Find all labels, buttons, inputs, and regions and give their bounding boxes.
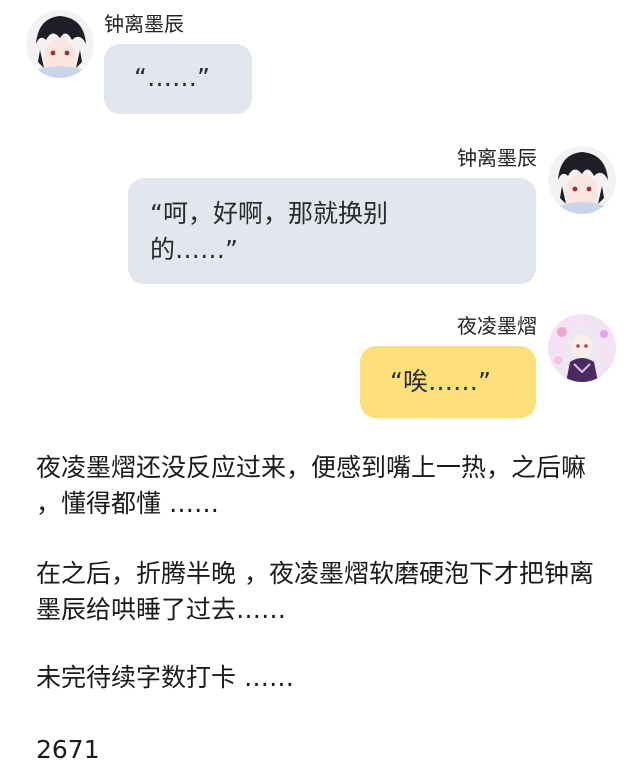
sender-name: 钟离墨辰 bbox=[457, 146, 537, 170]
message-text: “呵，好啊，那就换别的……” bbox=[150, 199, 388, 264]
word-count: 2671 bbox=[36, 735, 100, 764]
message-bubble[interactable]: “……” bbox=[104, 44, 252, 114]
sender-name: 夜凌墨熠 bbox=[457, 314, 537, 338]
silver-haired-girl-avatar[interactable] bbox=[548, 314, 616, 382]
dark-haired-boy-avatar[interactable] bbox=[548, 146, 616, 214]
chat-story-page: 钟离墨辰 “……” 钟离墨辰 “呵，好啊，那就换别的……” 夜凌墨熠 “唉……”… bbox=[0, 0, 640, 776]
dark-haired-boy-avatar[interactable] bbox=[26, 10, 94, 78]
story-paragraph: 在之后，折腾半晚 ，夜凌墨熠软磨硬泡下才把钟离墨辰给哄睡了过去…… bbox=[36, 559, 594, 624]
sender-name: 钟离墨辰 bbox=[104, 12, 184, 36]
message-text: “唉……” bbox=[390, 367, 491, 396]
message-bubble[interactable]: “呵，好啊，那就换别的……” bbox=[128, 178, 536, 284]
story-paragraph: 未完待续字数打卡 …… bbox=[36, 663, 294, 692]
message-text: “……” bbox=[134, 63, 210, 92]
story-paragraph: 夜凌墨熠还没反应过来，便感到嘴上一热，之后嘛 ，懂得都懂 …… bbox=[36, 453, 587, 518]
message-bubble[interactable]: “唉……” bbox=[360, 346, 536, 418]
